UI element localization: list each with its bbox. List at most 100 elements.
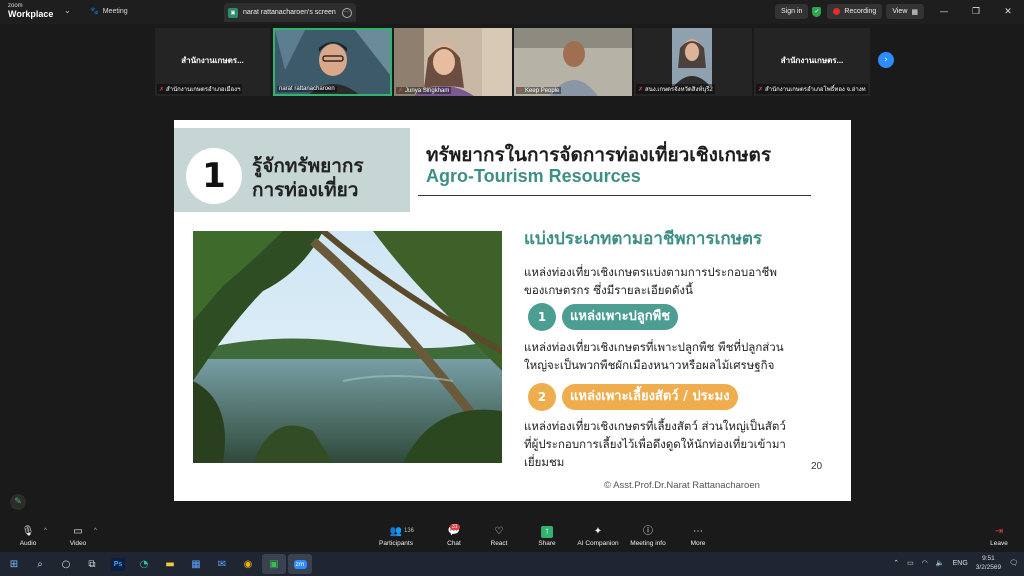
section-title-line1: รู้จักทรัพยากร: [252, 155, 364, 177]
item2-badge: 2 แหล่งเพาะเลี้ยงสัตว์ / ประมง: [528, 383, 738, 411]
search-icon[interactable]: ⌕: [28, 554, 52, 574]
system-tray: ⌃ ▭ ◠ 🔈 ENG 9:51 3/2/2569 🗨: [893, 554, 1018, 572]
notification-icon[interactable]: 🗨: [1009, 559, 1018, 567]
file-explorer-icon[interactable]: ▬: [158, 554, 182, 574]
title-divider: [418, 195, 811, 196]
volume-icon[interactable]: 🔈: [936, 559, 945, 567]
classification-heading: แบ่งประเภทตามอาชีพการเกษตร: [524, 229, 763, 249]
recording-dot-icon: [833, 8, 841, 15]
sign-in-button[interactable]: Sign in: [775, 4, 809, 19]
react-label: React: [490, 540, 508, 547]
item1-line: ใหญ่จะเป็นพวกพืชผักเมืองหนาวหรือผลไม้เศร…: [524, 358, 775, 372]
share-button[interactable]: ↑ Share: [535, 526, 559, 547]
more-options-icon[interactable]: ···: [342, 7, 352, 18]
item1-line: แหล่งท่องเที่ยวเชิงเกษตรที่เพาะปลูกพืช พ…: [524, 340, 784, 354]
minimize-icon[interactable]: —: [928, 7, 960, 17]
item2-line: เยี่ยมชม: [524, 455, 565, 469]
title-bar-right: Sign in ✓ Recording View ▦ — ❐ ✕: [775, 3, 1024, 20]
mic-muted-icon: ✗: [518, 88, 524, 94]
meeting-menu[interactable]: 🐾 Meeting: [90, 7, 128, 16]
next-page-arrow-icon[interactable]: ›: [878, 52, 894, 68]
chat-button[interactable]: 💬 31 Chat: [442, 524, 466, 547]
slide-title-english: Agro-Tourism Resources: [426, 166, 641, 186]
wifi-icon[interactable]: ◠: [922, 559, 928, 567]
audio-button[interactable]: 🎙 Audio ^: [14, 526, 47, 547]
participant-tile-active[interactable]: narat rattanacharoen: [273, 28, 392, 96]
intro-line: แหล่งท่องเที่ยวเชิงเกษตรแบ่งตามการประกอบ…: [524, 265, 777, 279]
participant-tile[interactable]: สำนักงานเกษตร... ✗ สำนักงานเกษตรอำเภอเมือ…: [155, 28, 270, 96]
chat-unread-badge: 31: [450, 524, 460, 530]
language-indicator[interactable]: ENG: [953, 560, 968, 567]
chrome-icon[interactable]: ◉: [236, 554, 260, 574]
participant-name-text: Keep People: [525, 87, 560, 94]
close-icon[interactable]: ✕: [992, 7, 1024, 17]
security-shield-icon[interactable]: ✓: [812, 6, 822, 17]
mic-muted-icon: ✗: [638, 86, 644, 93]
item2-number: 2: [528, 383, 556, 411]
windows-start-icon[interactable]: ⊞: [2, 554, 26, 574]
participant-name-text: Junya Singkham: [405, 87, 450, 94]
participant-tile[interactable]: ✗ Keep People: [514, 28, 632, 96]
participant-name: narat rattanacharoen: [277, 86, 337, 92]
recording-indicator[interactable]: Recording: [827, 4, 883, 19]
leave-label: Leave: [990, 540, 1008, 547]
edge-browser-icon[interactable]: ◔: [132, 554, 156, 574]
view-button[interactable]: View ▦: [886, 4, 924, 19]
participant-video: [514, 28, 632, 96]
mic-muted-icon: ✗: [758, 86, 764, 93]
participant-name: ✗ สำนักงานเกษตรอำเภอโพธิ์ทอง จ.อ่างท: [756, 84, 868, 94]
restore-icon[interactable]: ❐: [960, 7, 992, 17]
mail-icon[interactable]: ✉: [210, 554, 234, 574]
meeting-info-button[interactable]: ⓘ Meeting info: [628, 526, 668, 547]
screen-share-icon: ▣: [228, 7, 238, 18]
video-label: Video: [69, 540, 87, 547]
react-button[interactable]: ♡ React: [487, 526, 511, 547]
mic-off-icon: 🎙: [21, 526, 35, 537]
participant-name-text: narat rattanacharoen: [279, 86, 335, 92]
photoshop-icon[interactable]: Ps: [106, 554, 130, 574]
intro-line: ของเกษตรกร ซึ่งมีรายละเอียดดังนี้: [524, 283, 693, 297]
share-label: Share: [538, 540, 556, 547]
participant-name: ✗ สำนักงานเกษตรอำเภอเมืองฯ: [157, 84, 243, 94]
participants-count: 136: [404, 528, 415, 534]
zoom-app-icon[interactable]: zm: [288, 554, 312, 574]
grid-icon: ▦: [911, 8, 918, 16]
participant-strip: สำนักงานเกษตร... ✗ สำนักงานเกษตรอำเภอเมือ…: [0, 28, 1024, 98]
video-off-icon: ▭: [73, 526, 83, 537]
network-icon[interactable]: ▭: [907, 559, 914, 567]
share-screen-icon: ↑: [541, 526, 553, 538]
item2-label: แหล่งเพาะเลี้ยงสัตว์ / ประมง: [562, 384, 738, 410]
video-button[interactable]: ▭ Video ^: [64, 526, 97, 547]
section-title: รู้จักทรัพยากร การท่องเที่ยว: [252, 154, 364, 202]
cortana-icon[interactable]: ○: [54, 554, 78, 574]
item1-text: แหล่งท่องเที่ยวเชิงเกษตรที่เพาะปลูกพืช พ…: [524, 338, 824, 374]
chevron-down-icon[interactable]: ⌄: [64, 6, 71, 15]
line-app-icon[interactable]: ▣: [262, 554, 286, 574]
ai-companion-label: AI Companion: [577, 540, 619, 547]
paw-icon: 🐾: [90, 8, 99, 15]
more-button[interactable]: ⋯ More: [686, 526, 710, 547]
participant-tile[interactable]: สำนักงานเกษตร... ✗ สำนักงานเกษตรอำเภอโพธิ…: [754, 28, 870, 96]
ai-companion-button[interactable]: ✦ AI Companion: [574, 526, 622, 547]
participant-name: ✗ Junya Singkham: [396, 87, 452, 94]
clock-date: 3/2/2569: [975, 564, 1002, 571]
participants-button[interactable]: 👥 Participants 136: [376, 526, 416, 547]
clock[interactable]: 9:51 3/2/2569: [976, 554, 1001, 572]
participant-tile[interactable]: ✗ สนง.เกษตรจังหวัดสิงห์บุรี2: [634, 28, 752, 96]
mic-muted-icon: ✗: [159, 86, 165, 93]
participant-tile[interactable]: ✗ Junya Singkham: [394, 28, 512, 96]
store-icon[interactable]: ▦: [184, 554, 208, 574]
task-view-icon[interactable]: ⧉: [80, 554, 104, 574]
annotate-pen-icon[interactable]: ✎: [10, 494, 26, 510]
chevron-up-icon[interactable]: ^: [94, 528, 97, 534]
participant-name-text: สนง.เกษตรจังหวัดสิงห์บุรี2: [645, 87, 713, 93]
river-palm-photo: [193, 231, 502, 463]
sign-in-label: Sign in: [781, 8, 803, 15]
tray-chevron-icon[interactable]: ⌃: [893, 559, 899, 567]
chevron-up-icon[interactable]: ^: [44, 528, 47, 534]
chat-label: Chat: [447, 540, 461, 547]
meeting-label: Meeting: [102, 7, 128, 15]
participant-name-text: สำนักงานเกษตรอำเภอเมืองฯ: [166, 87, 241, 93]
tab-shared-screen[interactable]: ▣ narat rattanacharoen's screen ···: [224, 3, 356, 22]
leave-button[interactable]: ⇥ Leave: [986, 526, 1012, 547]
